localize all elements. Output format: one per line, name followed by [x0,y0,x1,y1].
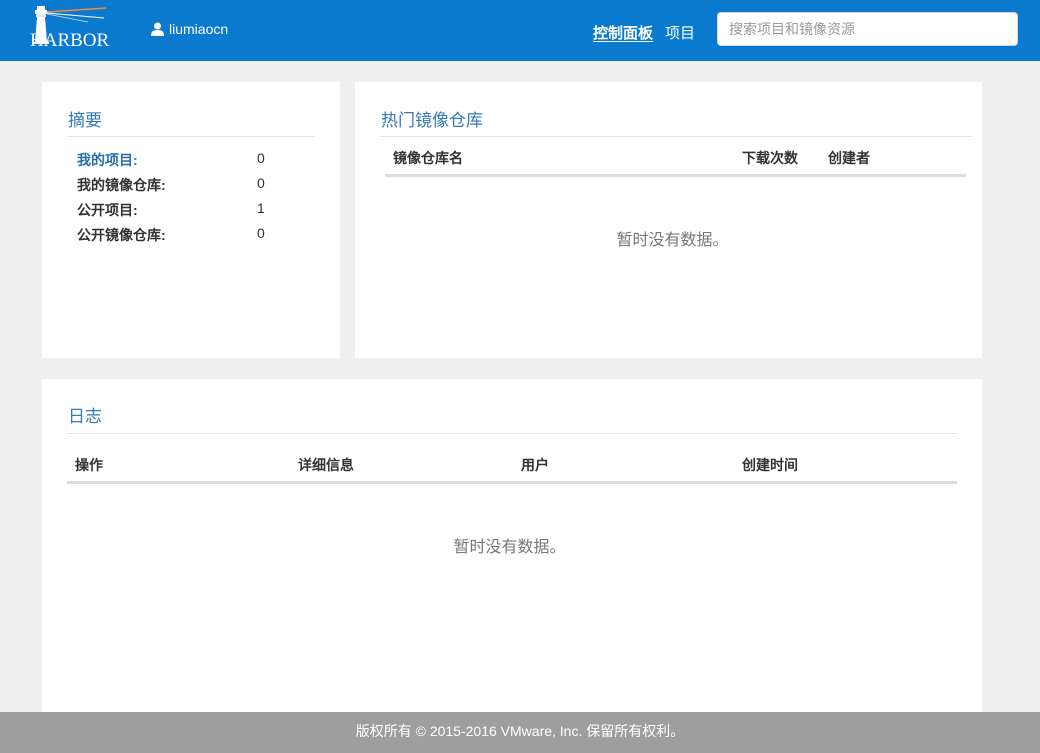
col-operation[interactable]: 操作 [75,455,103,475]
stat-my-projects[interactable]: 我的项目: 0 [77,150,277,170]
stat-my-repos: 我的镜像仓库: 0 [77,175,277,195]
popular-repos-divider [380,136,972,137]
top-navbar: HARBOR liumiaocn 控制面板 项目 [0,0,1040,61]
user-menu[interactable]: liumiaocn [151,20,228,38]
col-pull-count[interactable]: 下载次数 [742,148,798,168]
popular-repos-title: 热门镜像仓库 [381,111,483,130]
user-icon [151,22,164,36]
empty-message: 暂时没有数据。 [453,539,566,556]
nav-dashboard[interactable]: 控制面板 [593,22,653,43]
summary-divider [67,136,315,137]
copyright-text: 版权所有 © 2015-2016 VMware, Inc. 保留所有权利。 [355,723,685,739]
table-header-rule [385,174,966,177]
username: liumiaocn [169,21,229,37]
stat-value: 0 [257,175,265,191]
logo-text: HARBOR [30,30,110,51]
stat-label: 公开项目: [77,202,138,218]
stat-value: 0 [257,150,265,166]
stat-public-projects: 公开项目: 1 [77,200,277,220]
popular-repos-panel: 热门镜像仓库 镜像仓库名 下载次数 创建者 暂时没有数据。 [355,82,982,358]
logs-panel: 日志 操作 详细信息 用户 创建时间 暂时没有数据。 [42,379,982,719]
col-user[interactable]: 用户 [521,455,549,475]
empty-message: 暂时没有数据。 [616,232,729,249]
summary-title: 摘要 [68,111,102,130]
summary-panel: 摘要 我的项目: 0 我的镜像仓库: 0 公开项目: 1 公开镜像仓库: 0 [42,82,340,358]
col-details[interactable]: 详细信息 [298,455,354,475]
stat-public-repos: 公开镜像仓库: 0 [77,225,277,245]
col-created-time[interactable]: 创建时间 [742,455,798,475]
stat-label: 公开镜像仓库: [77,227,166,243]
harbor-logo[interactable]: HARBOR [28,4,123,52]
stat-value: 1 [257,200,265,216]
search-input[interactable] [717,12,1018,46]
stat-label: 我的镜像仓库: [77,177,166,193]
stat-label: 我的项目: [77,152,138,168]
logs-divider [67,433,957,434]
logs-title: 日志 [68,407,102,426]
footer: 版权所有 © 2015-2016 VMware, Inc. 保留所有权利。 [0,712,1040,753]
main-nav: 控制面板 项目 [593,22,695,43]
stat-value: 0 [257,225,265,241]
nav-projects[interactable]: 项目 [665,22,695,43]
col-creator[interactable]: 创建者 [828,148,870,168]
col-repo-name[interactable]: 镜像仓库名 [393,148,463,168]
table-header-rule [67,481,957,484]
